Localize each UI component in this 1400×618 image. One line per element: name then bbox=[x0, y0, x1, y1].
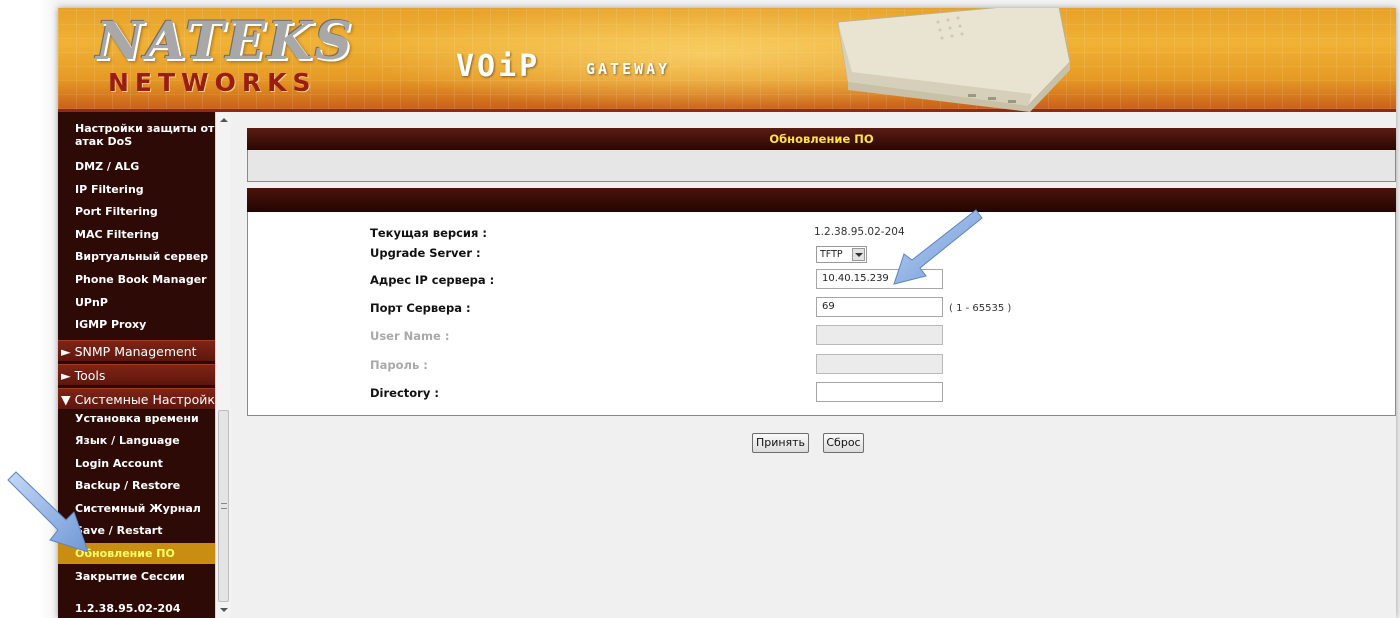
device-image bbox=[837, 8, 1071, 112]
sidebar-nav: Настройки защиты от атак DoS DMZ / ALG I… bbox=[58, 112, 223, 618]
sidebar-group-tools[interactable]: ► Tools bbox=[58, 364, 215, 386]
sidebar-group-label: Tools bbox=[74, 368, 106, 383]
sidebar-group-label: Системные Настройки bbox=[74, 392, 224, 407]
sidebar-item-logout[interactable]: Закрытие Сессии bbox=[58, 570, 215, 583]
server-port-label: Порт Сервера : bbox=[370, 301, 471, 315]
sidebar-group-label: SNMP Management bbox=[74, 344, 197, 359]
triangle-right-icon: ► bbox=[61, 368, 71, 383]
reset-button[interactable]: Сброс bbox=[823, 433, 864, 453]
sidebar-item-upnp[interactable]: UPnP bbox=[58, 296, 215, 309]
server-ip-input[interactable]: 10.40.15.239 bbox=[816, 269, 943, 289]
server-port-input[interactable]: 69 bbox=[816, 297, 943, 317]
firmware-version-label: 1.2.38.95.02-204 bbox=[75, 602, 181, 615]
page-title: Обновление ПО bbox=[247, 128, 1396, 150]
password-input[interactable] bbox=[816, 354, 943, 374]
sidebar-item-label: Настройки защиты от bbox=[75, 122, 215, 135]
sidebar-item-language[interactable]: Язык / Language bbox=[58, 434, 215, 447]
sidebar-item-backup-restore[interactable]: Backup / Restore bbox=[58, 479, 215, 492]
product-logo-gateway: GATEWAY bbox=[586, 60, 671, 78]
server-port-range-hint: ( 1 - 65535 ) bbox=[949, 303, 1012, 314]
sidebar-item-dos-protection[interactable]: Настройки защиты от атак DoS bbox=[58, 122, 215, 148]
brand-logo-top: NATEKS bbox=[96, 11, 355, 72]
scroll-down-icon[interactable] bbox=[220, 608, 228, 612]
server-ip-label: Адрес IP сервера : bbox=[370, 273, 495, 287]
sidebar-item-port-filtering[interactable]: Port Filtering bbox=[58, 205, 215, 218]
sidebar-item-ip-filtering[interactable]: IP Filtering bbox=[58, 183, 215, 196]
upgrade-server-select[interactable]: TFTP bbox=[816, 246, 867, 263]
scrollbar-thumb[interactable] bbox=[218, 410, 229, 602]
chevron-down-icon bbox=[852, 248, 865, 261]
directory-label: Directory : bbox=[370, 386, 439, 400]
sidebar-item-virtual-server[interactable]: Виртуальный сервер bbox=[58, 250, 215, 263]
upgrade-server-selected: TFTP bbox=[820, 249, 843, 260]
upgrade-server-label: Upgrade Server : bbox=[370, 246, 481, 260]
password-label: Пароль : bbox=[370, 358, 428, 372]
grip-icon bbox=[221, 503, 227, 509]
sidebar-item-save-restart[interactable]: Save / Restart bbox=[58, 524, 215, 537]
product-logo-voip: VOiP bbox=[456, 49, 541, 84]
sidebar-group-system-settings[interactable]: ▼ Системные Настройки bbox=[58, 388, 223, 410]
form-header-bar bbox=[247, 188, 1396, 212]
header-banner: NATEKS NETWORKS VOiP GATEWAY bbox=[58, 8, 1396, 112]
sidebar-item-system-log[interactable]: Системный Журнал bbox=[58, 502, 215, 515]
sidebar-item-phone-book[interactable]: Phone Book Manager bbox=[58, 273, 215, 286]
scroll-up-icon[interactable] bbox=[220, 118, 228, 122]
apply-button[interactable]: Принять bbox=[752, 433, 809, 453]
sidebar-item-firmware-update[interactable]: Обновление ПО bbox=[58, 543, 215, 564]
sidebar-item-time-setup[interactable]: Установка времени bbox=[58, 412, 215, 425]
page-title-subpanel bbox=[247, 150, 1396, 182]
sidebar-item-label: атак DoS bbox=[75, 135, 133, 148]
sidebar-group-snmp[interactable]: ► SNMP Management bbox=[58, 340, 215, 362]
directory-input[interactable] bbox=[816, 382, 943, 402]
current-version-label: Текущая версия : bbox=[370, 226, 487, 240]
sidebar-item-mac-filtering[interactable]: MAC Filtering bbox=[58, 228, 215, 241]
sidebar-item-login-account[interactable]: Login Account bbox=[58, 457, 215, 470]
current-version-value: 1.2.38.95.02-204 bbox=[814, 226, 905, 238]
sidebar-scrollbar[interactable] bbox=[215, 112, 231, 618]
brand-logo-bottom: NETWORKS bbox=[108, 68, 317, 97]
triangle-down-icon: ▼ bbox=[61, 392, 71, 407]
router-web-ui: NATEKS NETWORKS VOiP GATEWAY Настройки з… bbox=[58, 8, 1396, 618]
user-name-label: User Name : bbox=[370, 329, 450, 343]
sidebar-item-igmp-proxy[interactable]: IGMP Proxy bbox=[58, 318, 215, 331]
user-name-input[interactable] bbox=[816, 325, 943, 345]
sidebar-item-dmz-alg[interactable]: DMZ / ALG bbox=[58, 160, 215, 173]
triangle-right-icon: ► bbox=[61, 344, 71, 359]
